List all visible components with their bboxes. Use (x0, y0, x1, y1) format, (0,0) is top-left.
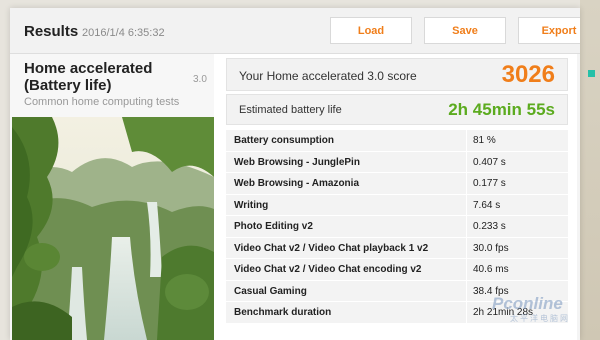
table-row: Battery consumption 81 % (226, 130, 568, 152)
result-value: 7.64 s (466, 194, 566, 216)
test-scene-image (12, 117, 214, 340)
battery-life-value: 2h 45min 55s (448, 100, 555, 119)
save-button[interactable]: Save (424, 17, 506, 44)
table-row: Video Chat v2 / Video Chat encoding v2 4… (226, 259, 568, 281)
result-value: 81 % (466, 130, 566, 151)
table-row: Web Browsing - JunglePin 0.407 s (226, 151, 568, 173)
background-scene-strip (580, 0, 600, 340)
result-name: Video Chat v2 / Video Chat encoding v2 (234, 264, 422, 275)
test-description: Common home computing tests (24, 96, 180, 108)
table-row: Video Chat v2 / Video Chat playback 1 v2… (226, 237, 568, 259)
watermark-subtitle: 太平洋电脑网 (510, 314, 570, 323)
result-name: Video Chat v2 / Video Chat playback 1 v2 (234, 242, 429, 254)
status-indicator (588, 70, 595, 77)
results-window: Results 2016/1/4 6:35:32 Load Save Expor… (10, 8, 580, 340)
load-button[interactable]: Load (330, 17, 412, 44)
battery-life-summary: Estimated battery life 2h 45min 55s (226, 94, 568, 125)
result-value: 40.6 ms (466, 259, 566, 280)
result-name: Casual Gaming (234, 285, 307, 297)
result-value: 0.407 s (466, 151, 566, 173)
page-title: Results (24, 23, 79, 40)
result-value: 30.0 fps (466, 237, 566, 259)
table-row: Photo Editing v2 0.233 s (226, 216, 568, 238)
result-value: 0.233 s (466, 216, 566, 237)
score-value: 3026 (501, 61, 555, 88)
export-button[interactable]: Export (518, 17, 580, 44)
result-name: Photo Editing v2 (234, 221, 313, 232)
battery-life-label: Estimated battery life (239, 104, 342, 116)
test-info-panel: Home accelerated (Battery life) 3.0 Comm… (10, 54, 214, 340)
results-header: Results 2016/1/4 6:35:32 Load Save Expor… (10, 8, 580, 54)
watermark-logo: Pconline (492, 294, 563, 313)
panel-divider (577, 54, 580, 340)
result-value: 0.177 s (466, 173, 566, 194)
result-name: Web Browsing - JunglePin (234, 156, 360, 168)
score-label: Your Home accelerated 3.0 score (239, 69, 417, 83)
result-name: Battery consumption (234, 135, 335, 146)
test-version: 3.0 (193, 74, 207, 85)
result-timestamp: 2016/1/4 6:35:32 (82, 27, 165, 39)
score-summary: Your Home accelerated 3.0 score 3026 (226, 58, 568, 91)
table-row: Writing 7.64 s (226, 194, 568, 216)
result-name: Benchmark duration (234, 307, 332, 318)
result-name: Web Browsing - Amazonia (234, 178, 360, 189)
result-name: Writing (234, 199, 269, 211)
table-row: Web Browsing - Amazonia 0.177 s (226, 173, 568, 195)
test-name: Home accelerated (Battery life) (24, 60, 153, 94)
